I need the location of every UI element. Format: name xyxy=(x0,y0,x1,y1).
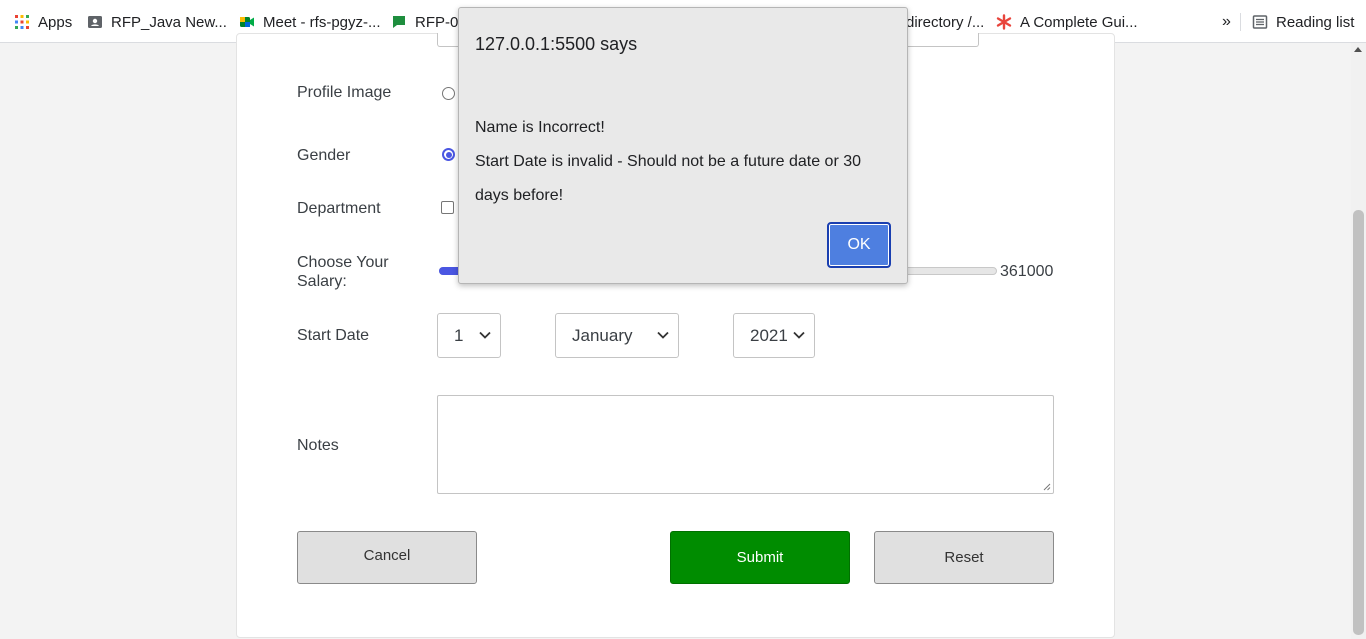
chat-bubble-icon xyxy=(391,14,407,30)
cancel-button[interactable]: Cancel xyxy=(297,531,477,584)
notes-label: Notes xyxy=(297,437,339,454)
month-select[interactable]: January xyxy=(555,313,679,358)
department-checkbox[interactable] xyxy=(441,201,454,214)
bookmark-rfp-java-label: RFP_Java New... xyxy=(111,13,227,31)
bookmark-directory-label: directory /... xyxy=(906,13,985,31)
reading-list-button[interactable]: Reading list xyxy=(1244,8,1362,36)
contact-card-icon xyxy=(87,14,103,30)
notes-textarea[interactable] xyxy=(437,395,1054,494)
dialog-message-line-1: Name is Incorrect! xyxy=(475,119,605,136)
month-select-value: January xyxy=(572,325,633,345)
bookmark-apps-label: Apps xyxy=(38,13,73,31)
reset-button[interactable]: Reset xyxy=(874,531,1054,584)
gender-label: Gender xyxy=(297,147,351,164)
profile-image-radio[interactable] xyxy=(442,87,455,100)
bookmark-meet[interactable]: Meet - rfs-pgyz-... xyxy=(231,8,389,36)
google-meet-icon xyxy=(239,14,255,30)
bookmark-complete-guide-label: A Complete Gui... xyxy=(1020,13,1138,31)
chevron-down-icon xyxy=(479,331,491,339)
more-bookmarks-button[interactable]: » xyxy=(1214,8,1239,36)
day-select[interactable]: 1 xyxy=(437,313,501,358)
year-select[interactable]: 2021 xyxy=(733,313,815,358)
start-date-label: Start Date xyxy=(297,327,370,344)
bookmark-rfp-0-label: RFP-0 xyxy=(415,13,459,31)
bookmarks-divider xyxy=(1240,13,1241,31)
bookmark-rfp-0[interactable]: RFP-0 xyxy=(383,8,466,36)
submit-button[interactable]: Submit xyxy=(670,531,850,584)
department-label: Department xyxy=(297,200,381,217)
day-select-value: 1 xyxy=(454,325,464,345)
salary-label: Choose Your Salary: xyxy=(297,254,389,290)
bookmark-meet-label: Meet - rfs-pgyz-... xyxy=(263,13,381,31)
dialog-message: Name is Incorrect! Start Date is invalid… xyxy=(475,111,895,213)
bookmark-complete-guide[interactable]: A Complete Gui... xyxy=(988,8,1146,36)
asterisk-icon xyxy=(996,14,1012,30)
bookmark-rfp-java[interactable]: RFP_Java New... xyxy=(79,8,235,36)
page-scrollbar[interactable] xyxy=(1351,43,1366,639)
resize-grip-icon[interactable] xyxy=(1043,483,1051,491)
salary-value: 361000 xyxy=(1000,263,1054,280)
alert-dialog: 127.0.0.1:5500 says Name is Incorrect! S… xyxy=(458,7,908,284)
scroll-up-arrow-icon[interactable] xyxy=(1354,47,1362,52)
ok-button[interactable]: OK xyxy=(827,222,891,268)
gender-radio-selected[interactable] xyxy=(442,148,455,161)
reading-list-icon xyxy=(1252,14,1268,30)
scrollbar-thumb[interactable] xyxy=(1353,210,1364,635)
dialog-message-line-2: Start Date is invalid - Should not be a … xyxy=(475,153,862,204)
year-select-value: 2021 xyxy=(750,325,788,345)
chevron-down-icon xyxy=(793,331,805,339)
reading-list-label: Reading list xyxy=(1276,13,1355,31)
profile-image-label: Profile Image xyxy=(297,84,392,101)
apps-grid-icon xyxy=(14,14,30,30)
bookmark-directory[interactable]: directory /... xyxy=(898,8,992,36)
dialog-title: 127.0.0.1:5500 says xyxy=(475,34,638,54)
chevron-down-icon xyxy=(657,331,669,339)
bookmark-apps[interactable]: Apps xyxy=(6,8,80,36)
